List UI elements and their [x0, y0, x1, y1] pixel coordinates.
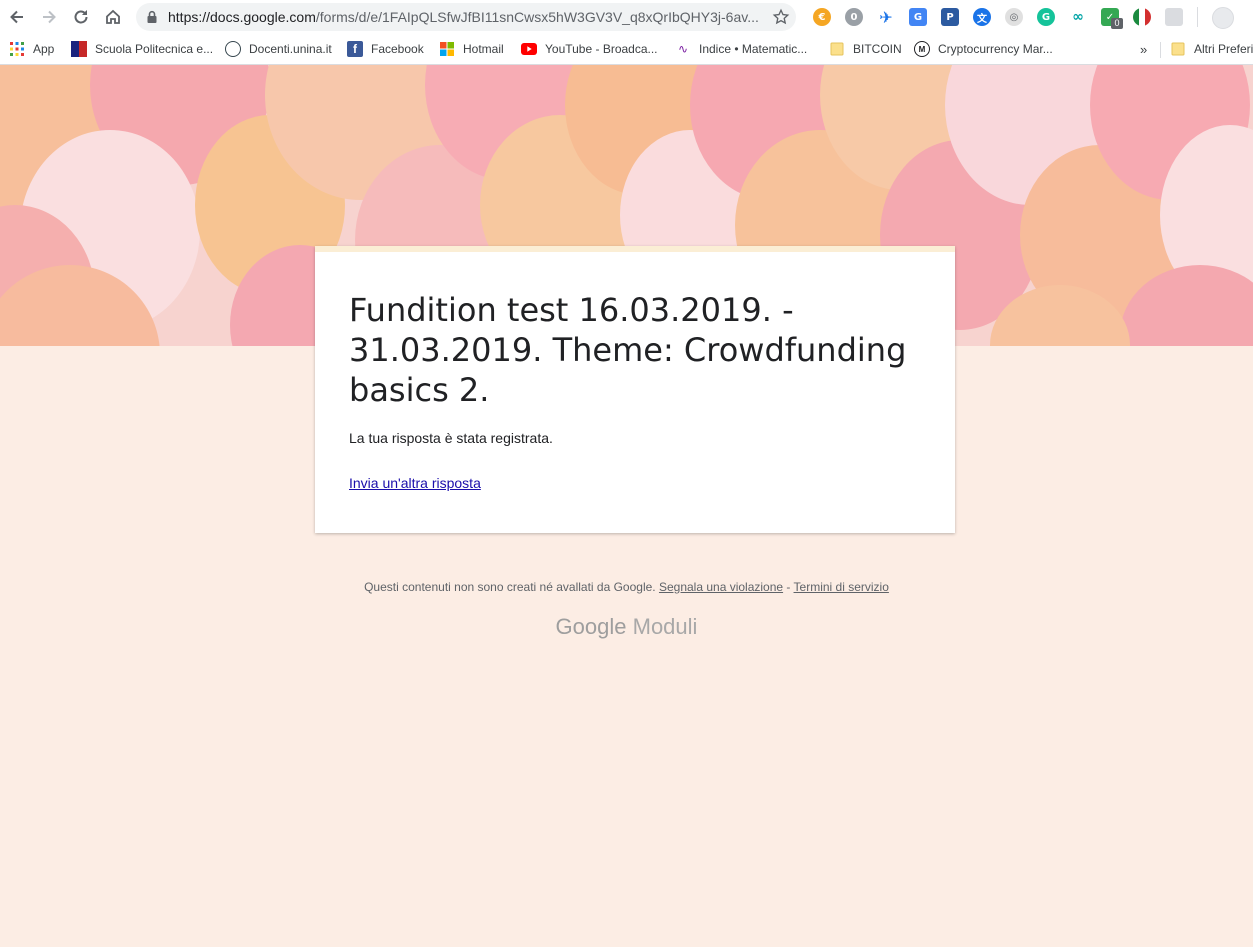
- bookmark-matematica[interactable]: ∿ Indice • Matematic...: [675, 40, 807, 58]
- politecnica-flag-icon: [71, 41, 87, 57]
- bookmarks-overflow-button[interactable]: »: [1140, 40, 1147, 58]
- forward-arrow-icon: [43, 10, 56, 24]
- submit-another-response-link[interactable]: Invia un'altra risposta: [349, 475, 481, 491]
- bookmark-label: Docenti.unina.it: [249, 42, 332, 56]
- bookmark-label: Indice • Matematic...: [699, 42, 808, 56]
- forward-button[interactable]: [37, 5, 61, 29]
- bookmark-other[interactable]: Altri Preferiti: [1170, 40, 1253, 58]
- bookmark-apps[interactable]: App: [9, 40, 54, 58]
- confirmation-message: La tua risposta è stata registrata.: [349, 430, 553, 446]
- speech-extension-icon[interactable]: ◎: [1005, 8, 1023, 26]
- bookmark-label: App: [33, 42, 55, 56]
- home-button[interactable]: [101, 5, 125, 29]
- coin-extension-icon[interactable]: €: [813, 8, 831, 26]
- footer-disclaimer: Questi contenuti non sono creati né aval…: [0, 580, 1253, 594]
- p-extension-icon[interactable]: P: [941, 8, 959, 26]
- bookmarks-divider: [1160, 42, 1161, 58]
- bookmark-label: YouTube - Broadca...: [545, 42, 658, 56]
- toolbar-divider: [1197, 7, 1198, 27]
- terms-of-service-link[interactable]: Termini di servizio: [794, 580, 889, 594]
- profile-avatar[interactable]: [1212, 7, 1234, 29]
- translate-extension-icon[interactable]: 文: [973, 8, 991, 26]
- bookmark-star-icon[interactable]: [772, 8, 790, 26]
- folder-icon: [1170, 41, 1186, 57]
- bookmark-coinmarketcap[interactable]: M Cryptocurrency Mar...: [914, 40, 1053, 58]
- brand-google: Google: [555, 614, 627, 639]
- youtube-icon: [521, 41, 537, 57]
- bookmarks-bar: App Scuola Politecnica e... Docenti.unin…: [0, 34, 1253, 65]
- bookmark-scuola-politecnica[interactable]: Scuola Politecnica e...: [71, 40, 213, 58]
- folder-icon: [829, 41, 845, 57]
- form-confirmation-card: Fundition test 16.03.2019. - 31.03.2019.…: [315, 246, 955, 533]
- url-text: https://docs.google.com/forms/d/e/1FAIpQ…: [168, 9, 758, 25]
- bookmark-hotmail[interactable]: Hotmail: [439, 40, 504, 58]
- url-path: /forms/d/e/1FAIpQLSfwJfBI11snCwsx5hW3GV3…: [315, 9, 758, 25]
- report-abuse-link[interactable]: Segnala una violazione: [659, 580, 783, 594]
- home-icon: [106, 9, 120, 24]
- extension-badge: 0: [1111, 18, 1123, 29]
- bookmark-label: Hotmail: [463, 42, 504, 56]
- google-forms-logo[interactable]: Google Moduli: [0, 614, 1253, 640]
- google-translate-icon[interactable]: G: [909, 8, 927, 26]
- puzzle-extension-icon[interactable]: [1165, 8, 1183, 26]
- reload-icon: [74, 10, 88, 24]
- italy-extension-icon[interactable]: [1133, 8, 1151, 26]
- unina-logo-icon: [225, 41, 241, 57]
- matematica-icon: ∿: [677, 42, 689, 56]
- bookmark-bitcoin-folder[interactable]: BITCOIN: [829, 40, 902, 58]
- airplane-extension-icon[interactable]: ✈: [877, 8, 895, 27]
- reload-button[interactable]: [69, 5, 93, 29]
- bookmark-youtube[interactable]: YouTube - Broadca...: [521, 40, 658, 58]
- bookmark-label: Altri Preferiti: [1194, 42, 1253, 56]
- browser-toolbar: https://docs.google.com/forms/d/e/1FAIpQ…: [0, 0, 1253, 34]
- address-bar[interactable]: https://docs.google.com/forms/d/e/1FAIpQ…: [136, 3, 796, 31]
- url-host: https://docs.google.com: [168, 9, 316, 25]
- disclaimer-text: Questi contenuti non sono creati né aval…: [364, 580, 656, 594]
- bookmark-label: Cryptocurrency Mar...: [938, 42, 1053, 56]
- bookmark-label: BITCOIN: [853, 42, 902, 56]
- back-button[interactable]: [5, 5, 29, 29]
- bookmark-docenti[interactable]: Docenti.unina.it: [225, 40, 332, 58]
- form-title: Fundition test 16.03.2019. - 31.03.2019.…: [349, 291, 907, 409]
- bookmark-label: Scuola Politecnica e...: [95, 42, 214, 56]
- lock-icon: [147, 10, 157, 23]
- back-arrow-icon: [10, 10, 23, 24]
- link-extension-icon[interactable]: ∞: [1069, 8, 1087, 26]
- coinmarketcap-icon: M: [914, 41, 930, 57]
- grammarly-icon[interactable]: G: [1037, 8, 1055, 26]
- apps-grid-icon: [9, 41, 25, 57]
- brand-product: Moduli: [632, 614, 698, 639]
- bookmark-label: Facebook: [371, 42, 424, 56]
- footer-separator: -: [783, 580, 794, 594]
- facebook-icon: f: [347, 41, 363, 57]
- bookmark-facebook[interactable]: f Facebook: [347, 40, 424, 58]
- shield-extension-icon[interactable]: 0: [845, 8, 863, 26]
- microsoft-icon: [439, 41, 455, 57]
